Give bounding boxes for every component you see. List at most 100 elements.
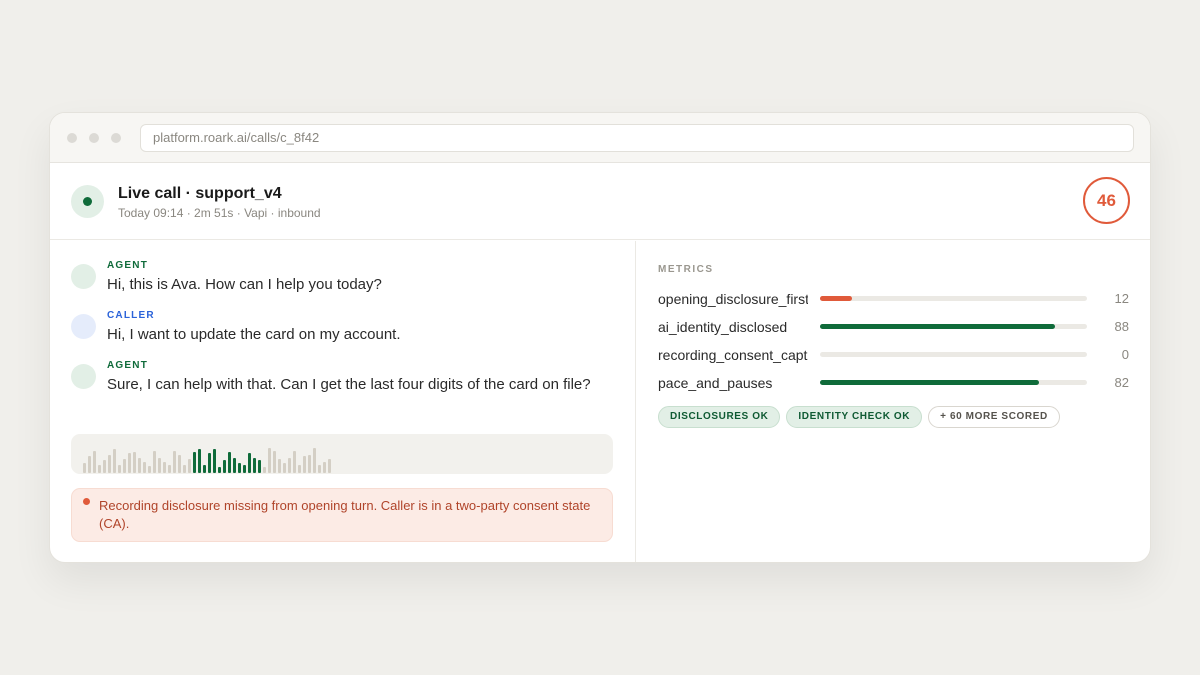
waveform-bar [118, 465, 121, 473]
waveform-bar [313, 448, 316, 473]
waveform-bar [193, 452, 196, 473]
waveform-bar [93, 451, 96, 473]
live-status-icon [71, 185, 104, 218]
metric-value: 88 [1114, 319, 1129, 334]
waveform-bar [153, 451, 156, 473]
agent-avatar [71, 264, 96, 289]
waveform-bar [283, 463, 286, 473]
metric-row[interactable]: ai_identity_disclosed 88 [658, 317, 1129, 337]
metric-fill [820, 296, 853, 301]
metric-value: 12 [1114, 291, 1129, 306]
browser-window: platform.roark.ai/calls/c_8f42 Live call… [49, 112, 1151, 563]
waveform-bar [263, 467, 266, 473]
waveform-bar [218, 467, 221, 473]
waveform-bar [288, 458, 291, 473]
metrics-heading: METRICS [658, 264, 714, 275]
waveform-bar [188, 459, 191, 473]
waveform-bar [213, 449, 216, 473]
waveform-bar [233, 458, 236, 473]
metric-name: opening_disclosure_first [658, 291, 808, 307]
waveform-bar [173, 451, 176, 473]
waveform-bar [133, 452, 136, 473]
window-minimize-dot[interactable] [89, 133, 99, 143]
metrics-panel: METRICS opening_disclosure_first 12 ai_i… [636, 241, 1150, 562]
compliance-alert: Recording disclosure missing from openin… [71, 488, 613, 542]
waveform-bar [158, 458, 161, 473]
waveform-bar [143, 462, 146, 473]
alert-dot-icon [83, 498, 90, 505]
metric-row[interactable]: pace_and_pauses 82 [658, 373, 1129, 393]
waveform-bar [163, 462, 166, 473]
waveform-bar [203, 465, 206, 473]
waveform-bar [138, 458, 141, 473]
audio-waveform[interactable] [71, 434, 613, 474]
badge-identity-check-ok[interactable]: IDENTITY CHECK OK [786, 406, 923, 428]
alert-text: Recording disclosure missing from openin… [99, 498, 591, 531]
call-header: Live call · support_v4 Today 09:14 · 2m … [50, 163, 1150, 240]
message-role: AGENT [107, 360, 148, 371]
address-bar[interactable]: platform.roark.ai/calls/c_8f42 [140, 124, 1134, 152]
waveform-bar [183, 465, 186, 473]
waveform-bar [108, 455, 111, 473]
metric-fill [820, 380, 1039, 385]
metric-name: recording_consent_captured [658, 347, 808, 363]
waveform-bars [83, 443, 333, 473]
waveform-bar [208, 453, 211, 473]
call-body: AGENT Hi, this is Ava. How can I help yo… [50, 241, 1150, 562]
message-role: CALLER [107, 310, 155, 321]
message-text: Hi, this is Ava. How can I help you toda… [107, 276, 382, 293]
metric-row[interactable]: recording_consent_captured 0 [658, 345, 1129, 365]
waveform-bar [128, 453, 131, 473]
message-role: AGENT [107, 260, 148, 271]
metric-badges: DISCLOSURES OK IDENTITY CHECK OK + 60 MO… [658, 406, 1066, 428]
waveform-bar [278, 459, 281, 473]
browser-chrome: platform.roark.ai/calls/c_8f42 [50, 113, 1150, 163]
waveform-bar [323, 462, 326, 473]
waveform-bar [98, 465, 101, 473]
transcript-panel: AGENT Hi, this is Ava. How can I help yo… [50, 241, 636, 562]
waveform-bar [248, 453, 251, 473]
metric-name: ai_identity_disclosed [658, 319, 788, 335]
message-text: Sure, I can help with that. Can I get th… [107, 376, 591, 393]
metric-track [820, 352, 1087, 357]
waveform-bar [258, 460, 261, 473]
metric-track [820, 324, 1087, 329]
waveform-bar [298, 465, 301, 473]
call-title: Live call · support_v4 [118, 185, 282, 202]
waveform-bar [308, 455, 311, 473]
metric-track [820, 380, 1087, 385]
metric-fill [820, 324, 1055, 329]
message-text: Hi, I want to update the card on my acco… [107, 326, 401, 343]
metric-track [820, 296, 1087, 301]
waveform-bar [88, 456, 91, 473]
waveform-bar [318, 465, 321, 473]
waveform-bar [123, 459, 126, 473]
waveform-bar [253, 458, 256, 473]
waveform-bar [293, 451, 296, 473]
waveform-bar [198, 449, 201, 473]
metric-value: 82 [1114, 375, 1129, 390]
metric-row[interactable]: opening_disclosure_first 12 [658, 289, 1129, 309]
waveform-bar [268, 448, 271, 473]
waveform-bar [148, 466, 151, 473]
metric-value: 0 [1121, 347, 1129, 362]
badge-disclosures-ok[interactable]: DISCLOSURES OK [658, 406, 781, 428]
badge-more-scored[interactable]: + 60 MORE SCORED [928, 406, 1060, 428]
caller-avatar [71, 314, 96, 339]
window-close-dot[interactable] [67, 133, 77, 143]
waveform-bar [168, 465, 171, 473]
waveform-bar [273, 451, 276, 473]
window-maximize-dot[interactable] [111, 133, 121, 143]
waveform-bar [303, 456, 306, 473]
waveform-bar [113, 449, 116, 473]
waveform-bar [243, 465, 246, 473]
metric-name: pace_and_pauses [658, 375, 773, 391]
waveform-bar [328, 459, 331, 473]
waveform-bar [223, 460, 226, 473]
call-meta: Today 09:14 · 2m 51s · Vapi · inbound [118, 206, 321, 220]
waveform-bar [238, 463, 241, 473]
waveform-bar [228, 452, 231, 473]
agent-avatar [71, 364, 96, 389]
waveform-bar [178, 455, 181, 473]
call-score-badge: 46 [1083, 177, 1130, 224]
